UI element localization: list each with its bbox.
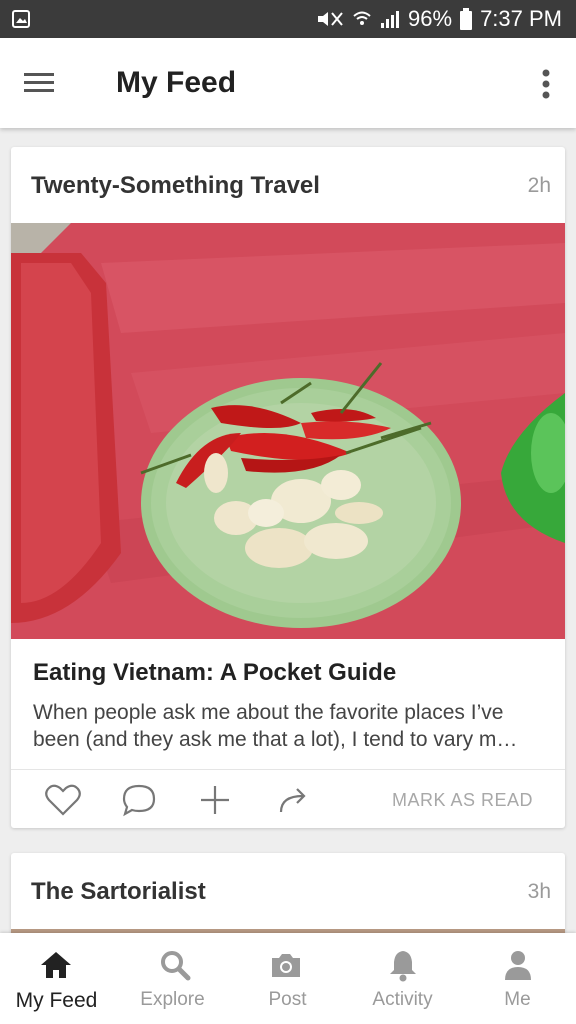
wifi-icon [353,11,371,25]
blog-source-name[interactable]: Twenty-Something Travel [31,172,320,200]
camera-icon [272,954,300,977]
nav-me[interactable]: Me [460,933,575,1024]
feed-card[interactable]: Twenty-Something Travel 2h Eating Vietna… [11,147,565,828]
post-time: 2h [527,174,551,197]
nav-post[interactable]: Post [230,933,345,1024]
nav-label: Me [504,989,531,1010]
feed-card[interactable]: The Sartorialist 3h [11,853,565,943]
card-divider [11,769,565,770]
post-excerpt[interactable]: When people ask me about the favorite pl… [33,699,543,753]
post-image[interactable] [11,223,565,639]
app-bar: My Feed [0,38,576,128]
nav-label: Post [268,989,307,1010]
more-vert-icon[interactable] [540,68,552,100]
bell-icon [390,951,416,982]
status-icons: 96% 7:37 PM [316,0,562,38]
nav-label: Explore [140,989,205,1010]
home-icon [41,952,71,978]
mute-icon [318,12,343,26]
nav-explore[interactable]: Explore [115,933,230,1024]
nav-my-feed[interactable]: My Feed [0,933,115,1024]
battery-icon [460,8,473,30]
plus-icon[interactable] [195,780,235,820]
heart-icon[interactable] [43,780,83,820]
nav-label: Activity [372,989,433,1010]
signal-icon [381,11,400,28]
comment-icon[interactable] [119,780,159,820]
gallery-notification-icon [12,10,30,28]
battery-percent: 96% [408,6,453,31]
share-icon[interactable] [273,780,313,820]
nav-activity[interactable]: Activity [345,933,460,1024]
search-icon [161,951,191,981]
hamburger-menu-icon[interactable] [22,68,56,98]
post-title[interactable]: Eating Vietnam: A Pocket Guide [33,659,396,687]
clock: 7:37 PM [480,6,562,31]
mark-as-read-button[interactable]: MARK AS READ [392,790,533,811]
status-bar: 96% 7:37 PM [0,0,576,38]
bottom-navigation: My Feed Explore Post Activity Me [0,933,576,1024]
page-title: My Feed [116,66,237,99]
person-icon [505,951,531,980]
nav-label: My Feed [15,989,98,1012]
blog-source-name[interactable]: The Sartorialist [31,878,206,906]
post-time: 3h [527,880,551,903]
